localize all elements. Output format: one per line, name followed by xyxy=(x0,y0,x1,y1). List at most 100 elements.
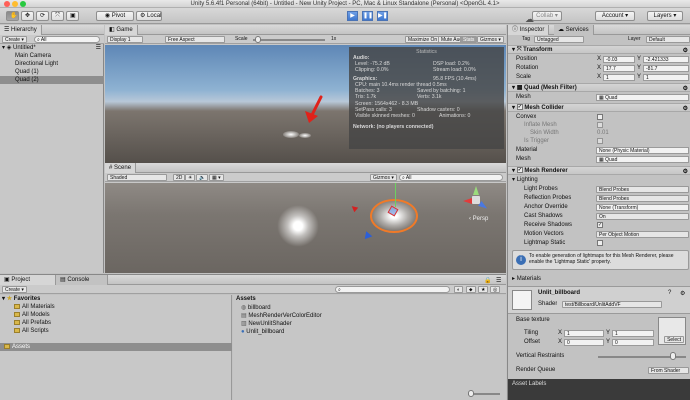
mesh-field[interactable]: ▦ Quad xyxy=(596,94,689,101)
collab-button[interactable]: Collab ▾ xyxy=(532,11,562,21)
anchor-override-field[interactable]: None (Transform) xyxy=(596,204,689,211)
physic-material-field[interactable]: None (Physic Material) xyxy=(596,147,689,154)
tag-select[interactable]: Untagged xyxy=(534,36,584,43)
tiling-y-field[interactable]: 1 xyxy=(612,330,654,337)
aspect-select[interactable]: Free Aspect xyxy=(165,36,225,43)
game-viewport[interactable]: Statistics Audio: Level: -75.2 dB DSP lo… xyxy=(105,45,506,163)
scale-slider-track[interactable] xyxy=(253,39,325,41)
hierarchy-create-button[interactable]: Create ▾ xyxy=(2,36,27,43)
hierarchy-item-quad-2[interactable]: Quad (2) xyxy=(0,76,104,84)
project-search-input[interactable]: ⌕ xyxy=(335,286,450,293)
is-trigger-checkbox[interactable] xyxy=(597,138,603,144)
gear-icon[interactable]: ⚙ xyxy=(680,290,685,297)
render-queue-select[interactable]: From Shader xyxy=(648,367,689,374)
asset-item[interactable]: ▥ NewUnlitShader xyxy=(241,320,292,328)
lock-icon[interactable]: 🔒 xyxy=(484,277,491,284)
convex-checkbox[interactable] xyxy=(597,114,603,120)
shader-select[interactable]: test/Billboard/UnlitAddVF xyxy=(562,301,662,308)
hierarchy-item-quad-1[interactable]: Quad (1) xyxy=(0,68,104,76)
rect-tool-button[interactable]: ▣ xyxy=(66,11,79,21)
favorite-search-button[interactable]: ★ xyxy=(478,286,489,293)
base-texture-slot[interactable]: Select xyxy=(658,317,686,345)
scale-x-field[interactable]: 1 xyxy=(603,74,635,81)
scale-y-field[interactable]: 1 xyxy=(643,74,689,81)
filter-label-button[interactable]: ⬥ xyxy=(466,286,476,293)
position-y-field[interactable]: -2.421333 xyxy=(643,56,689,63)
layers-button[interactable]: Layers ▾ xyxy=(647,11,683,21)
mesh-collider-header[interactable]: ▾ Mesh Collider ⚙ xyxy=(508,103,690,112)
scene-audio-toggle[interactable]: 🔈 xyxy=(196,174,209,181)
gear-icon[interactable]: ⚙ xyxy=(683,85,688,93)
assets-folder-item[interactable]: Assets xyxy=(0,343,232,351)
offset-x-field[interactable]: 0 xyxy=(564,339,604,346)
asset-size-slider-thumb[interactable] xyxy=(468,390,474,397)
hand-tool-button[interactable]: ✋ xyxy=(6,11,19,21)
stats-toggle[interactable]: Stats xyxy=(460,36,478,43)
menu-icon[interactable]: ☰ xyxy=(96,44,101,52)
step-button[interactable]: ▶❚ xyxy=(377,11,388,21)
tab-game[interactable]: ◧ Game xyxy=(105,25,138,35)
tab-hierarchy[interactable]: ☰ Hierarchy xyxy=(0,25,42,35)
hierarchy-search-input[interactable]: ⌕ All xyxy=(34,36,100,43)
fav-all-prefabs[interactable]: All Prefabs xyxy=(14,319,51,327)
gizmo-red-handle[interactable] xyxy=(349,203,359,213)
orientation-gizmo[interactable] xyxy=(461,186,491,214)
hierarchy-item-directional-light[interactable]: Directional Light xyxy=(0,60,104,68)
collider-mesh-field[interactable]: ▦ Quad xyxy=(596,156,689,163)
assets-breadcrumb[interactable]: Assets xyxy=(236,295,256,303)
scene-search-input[interactable]: ⌕ All xyxy=(399,174,503,181)
project-create-button[interactable]: Create ▾ xyxy=(2,286,27,293)
reflection-probes-select[interactable]: Blend Probes xyxy=(596,195,689,202)
mesh-collider-enabled-checkbox[interactable] xyxy=(516,104,523,111)
play-button[interactable]: ▶ xyxy=(347,11,358,21)
lightmap-static-checkbox[interactable] xyxy=(597,240,603,246)
tab-console[interactable]: ▤ Console xyxy=(56,275,108,285)
tiling-x-field[interactable]: 1 xyxy=(564,330,604,337)
scale-slider-thumb[interactable] xyxy=(255,36,261,43)
hidden-packages-button[interactable]: ◎ xyxy=(490,286,501,293)
lighting-foldout[interactable]: ▾ Lighting xyxy=(512,176,538,184)
light-probes-select[interactable]: Blend Probes xyxy=(596,186,689,193)
local-toggle-button[interactable]: ⚙ Local xyxy=(136,11,162,21)
motion-vectors-select[interactable]: Per Object Motion xyxy=(596,231,689,238)
asset-item[interactable]: ▤ MeshRenderVerColorEditor xyxy=(241,312,322,320)
cast-shadows-select[interactable]: On xyxy=(596,213,689,220)
scene-gizmos-button[interactable]: Gizmos ▾ xyxy=(370,174,397,181)
tab-scene[interactable]: # Scene xyxy=(105,163,137,173)
pivot-toggle-button[interactable]: ◉ Pivot xyxy=(96,11,134,21)
move-tool-button[interactable]: ✥ xyxy=(21,11,34,21)
gear-icon[interactable]: ⚙ xyxy=(683,105,688,113)
fav-all-models[interactable]: All Models xyxy=(14,311,50,319)
asset-item[interactable]: ◍ billboard xyxy=(241,304,271,312)
transform-header[interactable]: ▾ ⤧ Transform ⚙ xyxy=(508,45,690,54)
scene-root-item[interactable]: ▾ ◈ Untitled* ☰ xyxy=(0,44,104,52)
filter-type-button[interactable]: ◐ xyxy=(454,286,464,293)
texture-select-button[interactable]: Select xyxy=(664,336,684,343)
tab-inspector[interactable]: ⓘ Inspector xyxy=(508,25,550,35)
position-x-field[interactable]: -0.03 xyxy=(603,56,635,63)
mesh-renderer-header[interactable]: ▾ Mesh Renderer ⚙ xyxy=(508,166,690,175)
display-select[interactable]: Display 1 xyxy=(107,36,143,43)
tab-services[interactable]: ☁ Services xyxy=(554,25,594,35)
scene-effects-button[interactable]: ▦ ▾ xyxy=(209,174,224,181)
rotate-tool-button[interactable]: ⟳ xyxy=(36,11,49,21)
rotation-y-field[interactable]: -81.7 xyxy=(643,65,689,72)
mesh-renderer-enabled-checkbox[interactable] xyxy=(516,167,523,174)
fav-all-scripts[interactable]: All Scripts xyxy=(14,327,49,335)
scene-viewport[interactable]: ‹ Persp xyxy=(105,183,506,273)
pause-button[interactable]: ❚❚ xyxy=(362,11,373,21)
account-button[interactable]: Account ▾ xyxy=(595,11,635,21)
mesh-filter-header[interactable]: ▾ ▦ Quad (Mesh Filter) ⚙ xyxy=(508,83,690,92)
gear-icon[interactable]: ⚙ xyxy=(683,168,688,176)
gizmo-blue-handle[interactable] xyxy=(361,231,373,242)
help-icon[interactable]: ? xyxy=(668,290,671,296)
scale-tool-button[interactable]: ⤧ xyxy=(51,11,64,21)
layer-select[interactable]: Default xyxy=(646,36,690,43)
hierarchy-item-main-camera[interactable]: Main Camera xyxy=(0,52,104,60)
menu-icon[interactable]: ☰ xyxy=(496,277,501,284)
offset-y-field[interactable]: 0 xyxy=(612,339,654,346)
inflate-mesh-checkbox[interactable] xyxy=(597,122,603,128)
game-gizmos-button[interactable]: Gizmos ▾ xyxy=(477,36,504,43)
rotation-x-field[interactable]: 17.7 xyxy=(603,65,635,72)
persp-label[interactable]: ‹ Persp xyxy=(469,216,488,222)
